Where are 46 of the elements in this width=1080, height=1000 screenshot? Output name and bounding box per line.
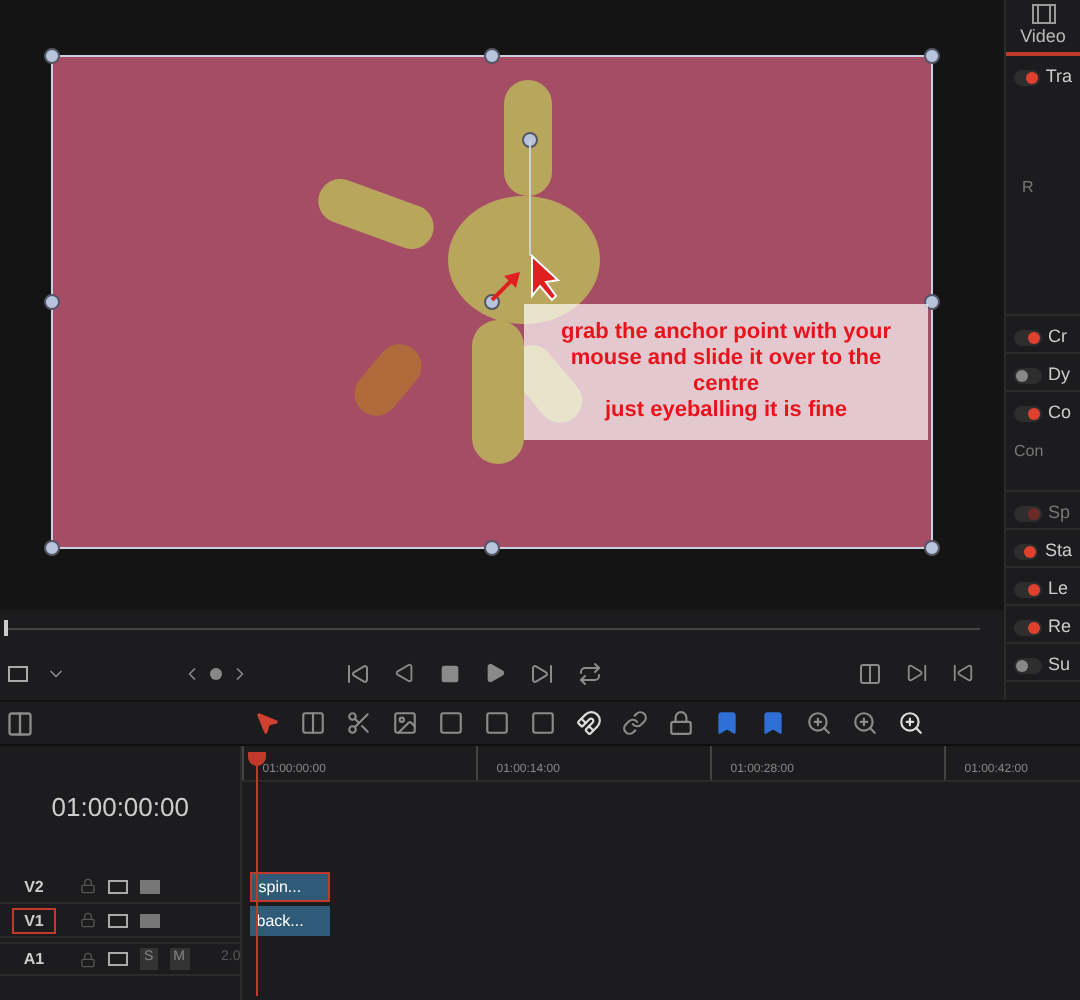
track-label[interactable]: V2: [12, 873, 56, 899]
arrow-icon: [490, 272, 520, 302]
toggle-switch[interactable]: [1014, 367, 1042, 384]
timeline-clip[interactable]: back...: [250, 906, 331, 936]
section-label: Su: [1048, 652, 1071, 678]
mark-out-icon[interactable]: [906, 662, 928, 684]
toggle-switch[interactable]: [1014, 329, 1042, 346]
section-label: Sp: [1048, 500, 1071, 526]
property-label: Con: [1014, 439, 1046, 463]
toggle-switch[interactable]: [1014, 619, 1042, 636]
link-icon[interactable]: [622, 710, 648, 736]
reverse-play-icon[interactable]: [394, 662, 416, 684]
annotation-text: just eyeballing it is fine: [604, 398, 848, 424]
mark-in-icon[interactable]: [952, 662, 974, 684]
section-label: Dy: [1048, 362, 1070, 388]
blade-icon[interactable]: [346, 710, 372, 736]
section-label: Re: [1048, 614, 1072, 640]
pointer-icon[interactable]: [254, 710, 280, 736]
cursor-icon: [531, 253, 561, 302]
loop-icon[interactable]: [578, 661, 602, 685]
toggle-switch[interactable]: [1014, 69, 1040, 86]
track-label[interactable]: A1: [11, 946, 57, 972]
lock-icon[interactable]: [668, 710, 694, 736]
stop-icon[interactable]: [440, 663, 460, 683]
video-tab[interactable]: Video: [1020, 24, 1066, 51]
toggle-switch[interactable]: [1014, 581, 1042, 598]
timeline-clip[interactable]: spin...: [250, 872, 331, 902]
skip-forward-icon[interactable]: [530, 661, 554, 685]
play-icon[interactable]: [484, 662, 506, 684]
film-icon: [1031, 4, 1055, 24]
toggle-switch[interactable]: [1014, 657, 1042, 674]
section-label: Cr: [1048, 324, 1067, 350]
property-label: R: [1022, 175, 1036, 199]
playhead-handle[interactable]: [4, 620, 8, 636]
skip-back-icon[interactable]: [346, 661, 370, 685]
section-label: Le: [1048, 576, 1069, 602]
snap-icon[interactable]: [576, 710, 602, 736]
frame-icon[interactable]: [6, 663, 30, 683]
track-label[interactable]: V1: [12, 907, 56, 933]
timecode: 01:00:00:00: [51, 790, 189, 827]
zoom-icon[interactable]: [898, 710, 924, 736]
section-label: Co: [1048, 400, 1072, 426]
toggle-switch[interactable]: [1014, 543, 1039, 560]
section-label: Tra: [1045, 64, 1072, 90]
section-label: Sta: [1044, 538, 1072, 564]
toggle-switch[interactable]: [1014, 405, 1042, 422]
